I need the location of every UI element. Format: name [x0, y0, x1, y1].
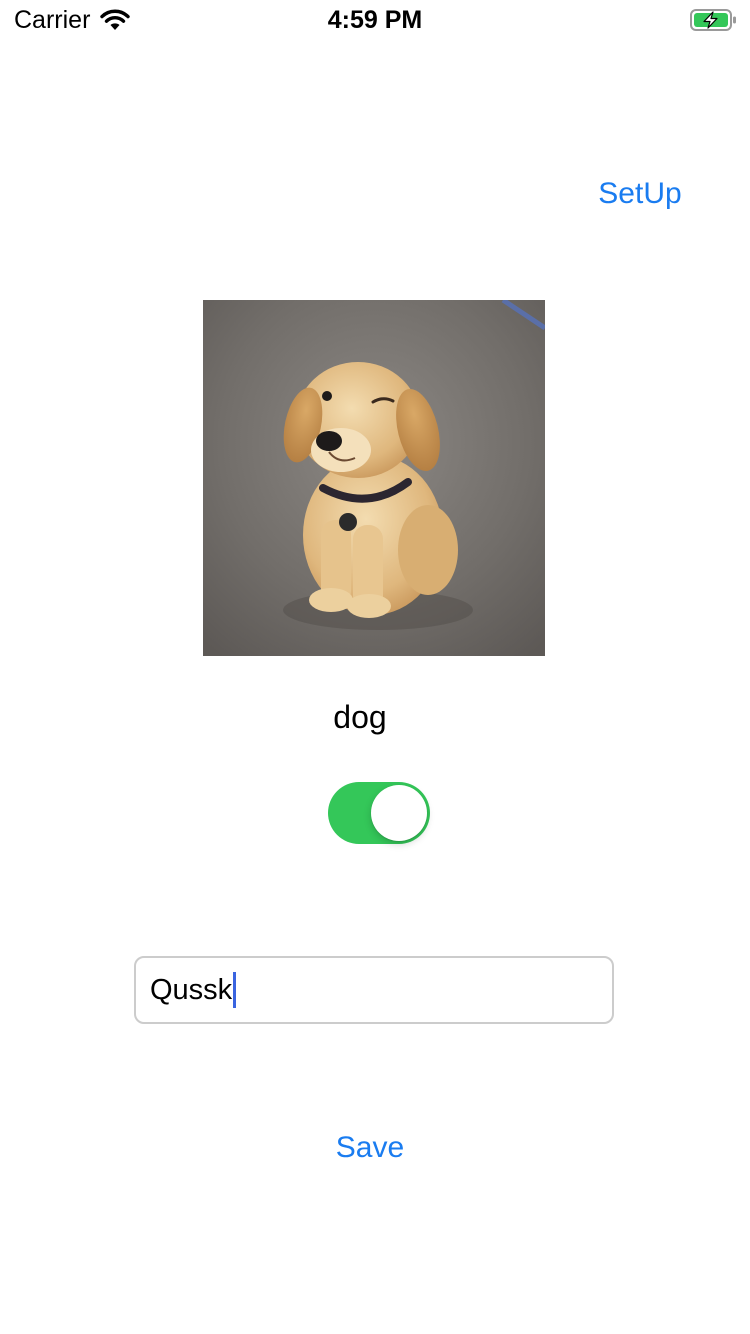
status-time: 4:59 PM: [327, 6, 423, 34]
app-screen: Carrier 4:59 PM SetUp dog Qussk Save: [0, 0, 750, 1334]
setup-button[interactable]: SetUp: [580, 174, 700, 214]
pet-name-label: dog: [333, 699, 387, 735]
toggle-switch[interactable]: [328, 782, 430, 844]
name-text-field-value: Qussk: [150, 974, 233, 1006]
battery-charging-icon: [690, 9, 736, 31]
name-text-field-value-wrapper: Qussk: [150, 972, 237, 1008]
name-text-field[interactable]: Qussk: [134, 956, 614, 1024]
save-button[interactable]: Save: [300, 1128, 440, 1168]
toggle-knob: [371, 785, 427, 841]
text-cursor: [233, 972, 237, 1008]
status-bar: Carrier 4:59 PM: [0, 0, 750, 40]
pet-photo: [203, 300, 545, 656]
